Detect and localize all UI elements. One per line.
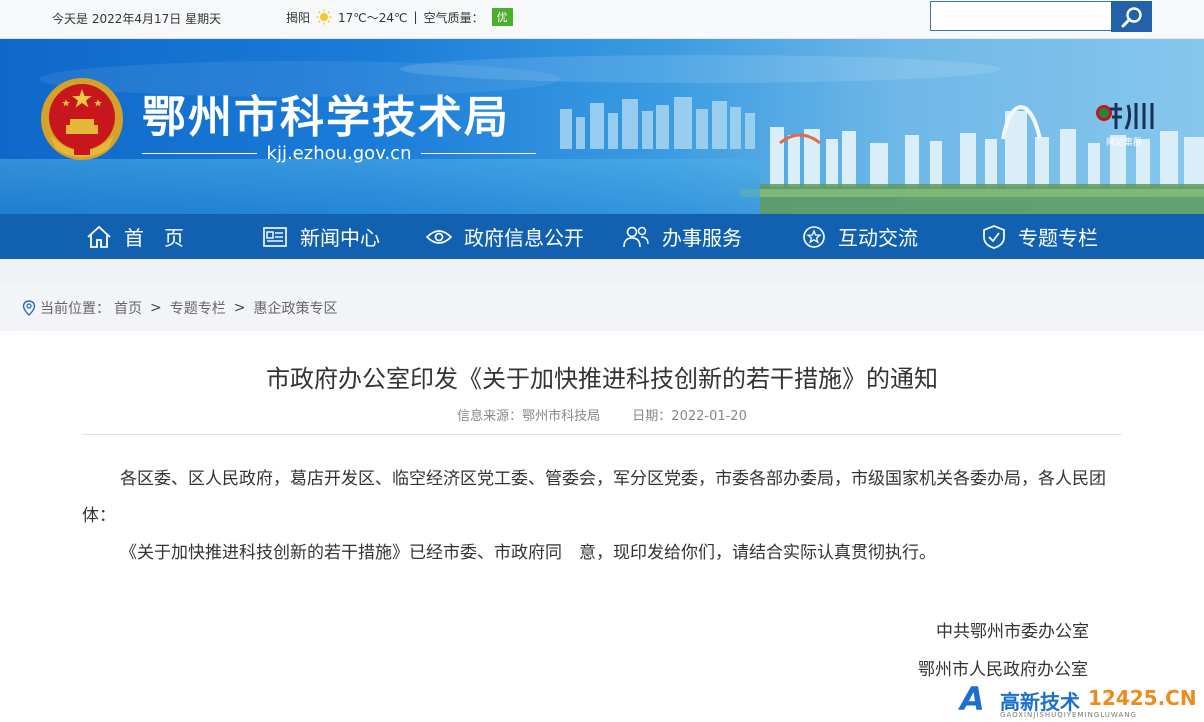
- article-title: 市政府办公室印发《关于加快推进科技创新的若干措施》的通知: [266, 365, 938, 393]
- article-paragraph: 《关于加快推进科技创新的若干措施》已经市委、市政府同 意，现印发给你们，请结合实…: [120, 543, 936, 563]
- nav-item-news[interactable]: 新闻中心: [262, 214, 380, 259]
- article-body: 各区委、区人民政府，葛店开发区、临空经济区党工委、管委会，军分区党委，市委各部办…: [82, 461, 1122, 572]
- breadcrumb-separator: >: [150, 300, 162, 316]
- signature-party-office: 中共鄂州市委办公室: [936, 622, 1089, 642]
- nav-item-home[interactable]: 首 页: [86, 214, 184, 259]
- breadcrumb-link-policy-zone[interactable]: 惠企政策专区: [253, 298, 337, 318]
- nav-label-news: 新闻中心: [300, 226, 380, 250]
- article-source: 信息来源：鄂州市科技局: [457, 409, 601, 424]
- nav-item-services[interactable]: 办事服务: [622, 214, 742, 259]
- article-meta: 信息来源：鄂州市科技局 日期：2022-01-20: [0, 405, 1204, 424]
- home-icon: [87, 225, 111, 248]
- eye-icon: [426, 229, 452, 244]
- weather-temperature: 17℃～24℃: [338, 10, 408, 25]
- watermark-logo: A 高新技术 12425.CN GAOXINJISHUQIYEMINGLUWAN…: [958, 678, 1204, 722]
- nav-label-special-topics: 专题专栏: [1018, 226, 1098, 250]
- location-pin-icon: [22, 300, 36, 316]
- star-badge-icon: [803, 225, 825, 248]
- nav-item-interaction[interactable]: 互动交流: [802, 214, 918, 259]
- air-quality-badge: 优: [491, 8, 513, 26]
- current-date: 今天是 2022年4月17日 星期天: [52, 12, 222, 26]
- watermark-subtitle: GAOXINJISHUQIYEMINGLUWANG: [1000, 711, 1137, 719]
- ezhou-portal-logo[interactable]: 鄂州 网站集群: [1094, 99, 1158, 159]
- breadcrumb: 当前位置： 首页 > 专题专栏 > 惠企政策专区: [0, 283, 1204, 331]
- nav-label-home: 首 页: [124, 226, 184, 250]
- national-emblem-icon: [38, 75, 126, 163]
- people-icon: [623, 226, 649, 247]
- site-url-text: kjj.ezhou.gov.cn: [266, 143, 412, 164]
- signature-government-office: 鄂州市人民政府办公室: [918, 660, 1088, 680]
- url-right-rule: [421, 153, 537, 154]
- nav-item-special-topics[interactable]: 专题专栏: [982, 214, 1098, 259]
- search-icon: [1121, 6, 1142, 27]
- url-left-rule: [142, 153, 257, 154]
- nav-label-services: 办事服务: [662, 226, 742, 250]
- search-input[interactable]: [930, 1, 1112, 31]
- site-title: 鄂州市科学技术局: [142, 92, 510, 143]
- site-banner: 鄂州市科学技术局 kjj.ezhou.gov.cn 鄂州 网站集群: [0, 39, 1204, 214]
- title-divider: [82, 434, 1122, 435]
- breadcrumb-separator: >: [233, 300, 246, 316]
- article-date: 日期：2022-01-20: [632, 409, 747, 424]
- weather-city: 揭阳: [286, 10, 311, 25]
- watermark-letter: A: [960, 680, 985, 718]
- search-button[interactable]: [1111, 1, 1152, 32]
- nav-label-public-info: 政府信息公开: [464, 226, 584, 250]
- watermark-number: 12425.CN: [1088, 686, 1197, 710]
- logo-subtitle: 网站集群: [1106, 138, 1143, 148]
- weather-widget: 揭阳 17℃～24℃ | 空气质量： 优: [286, 8, 513, 26]
- nav-item-public-info[interactable]: 政府信息公开: [426, 214, 584, 259]
- article-paragraph: 各区委、区人民政府，葛店开发区、临空经济区党工委、管委会，军分区党委，市委各部办…: [82, 469, 1106, 526]
- site-url: kjj.ezhou.gov.cn: [142, 143, 537, 164]
- shield-icon: [983, 224, 1005, 249]
- nav-label-interaction: 互动交流: [838, 226, 918, 250]
- breadcrumb-link-home[interactable]: 首页: [114, 298, 142, 318]
- article-content: 市政府办公室印发《关于加快推进科技创新的若干措施》的通知 信息来源：鄂州市科技局…: [0, 331, 1204, 722]
- air-quality-label: 空气质量：: [423, 10, 484, 25]
- breadcrumb-prefix: 当前位置：: [40, 301, 110, 317]
- top-bar: 今天是 2022年4月17日 星期天 揭阳 17℃～24℃ | 空气质量： 优: [0, 0, 1204, 39]
- sun-icon: [316, 9, 332, 25]
- main-nav: 首 页 新闻中心 政府信息公开 办事服务 互动交流 专题专栏: [0, 214, 1204, 259]
- breadcrumb-link-special-topics[interactable]: 专题专栏: [170, 298, 226, 318]
- newspaper-icon: [263, 226, 287, 247]
- weather-separator: |: [413, 10, 418, 24]
